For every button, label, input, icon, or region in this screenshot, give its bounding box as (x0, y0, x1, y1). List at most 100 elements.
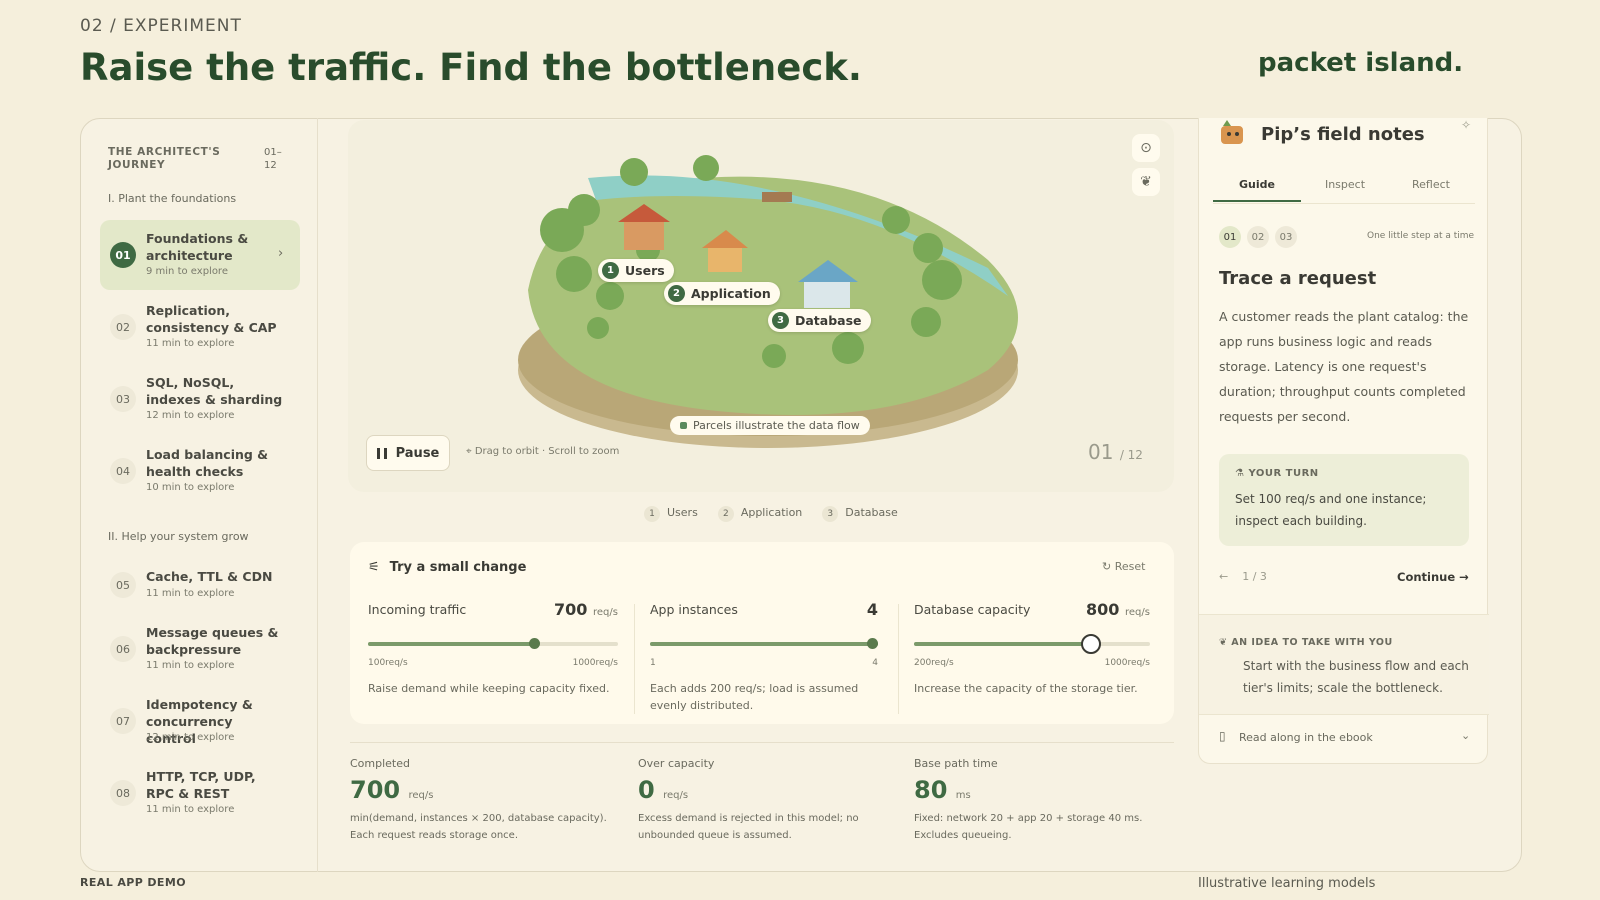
slider-knob[interactable] (867, 638, 878, 649)
slider-database-capacity: Database capacity 800 req/s 200req/s 100… (914, 600, 1150, 695)
section-label: I. Plant the foundations (108, 192, 237, 205)
step-tagline: One little step at a time (1367, 231, 1475, 241)
lesson-item-06[interactable]: 06 Message queues & backpressure 11 min … (100, 614, 300, 684)
lesson-item-03[interactable]: 03 SQL, NoSQL, indexes & sharding 12 min… (100, 364, 300, 434)
tab-inspect[interactable]: Inspect (1301, 168, 1389, 202)
slider-knob[interactable] (1081, 634, 1101, 654)
scene-tag-database[interactable]: 3 Database (768, 309, 871, 332)
lesson-title: Message queues & backpressure (146, 625, 279, 657)
slider-track[interactable] (650, 638, 878, 649)
legend-number: 3 (822, 506, 839, 522)
tab-reflect[interactable]: Reflect (1387, 168, 1475, 202)
leaf-icon[interactable]: ❦ (1132, 168, 1160, 196)
legend-item-database[interactable]: 3 Database (822, 506, 898, 522)
lesson-item-08[interactable]: 08 HTTP, TCP, UDP, RPC & REST 11 min to … (100, 758, 300, 828)
stat-over-capacity: Over capacity 0 req/s Excess demand is r… (638, 757, 890, 844)
leaf-icon: ❦ (1219, 637, 1232, 648)
pip-avatar (1221, 120, 1243, 144)
lesson-item-02[interactable]: 02 Replication, consistency & CAP 11 min… (100, 292, 300, 362)
reset-label: Reset (1114, 560, 1146, 573)
ebook-toggle[interactable]: ▯ Read along in the ebook ⌄ (1199, 714, 1489, 762)
slider-knob[interactable] (529, 638, 541, 649)
lesson-time: 11 min to explore (146, 660, 235, 671)
ebook-label: Read along in the ebook (1239, 731, 1373, 744)
scene-tag-users[interactable]: 1 Users (598, 259, 674, 282)
brand-logo: packet island. (1258, 48, 1464, 78)
slider-value: 700 req/s (554, 600, 618, 619)
lesson-title: Replication, consistency & CAP (146, 303, 277, 335)
controls-panel: ⚟ Try a small change ↻ Reset Incoming tra… (350, 542, 1174, 724)
lesson-item-01[interactable]: 01 Foundations & architecture 9 min to e… (100, 220, 300, 290)
lesson-time: 10 min to explore (146, 482, 235, 493)
focus-icon[interactable]: ⊙ (1132, 134, 1160, 162)
pause-label: Pause (395, 445, 440, 461)
legend-item-users[interactable]: 1 Users (644, 506, 698, 522)
reset-icon: ↻ (1102, 560, 1115, 573)
page-current: 01 (1088, 440, 1114, 464)
tag-number: 1 (602, 262, 619, 279)
lesson-time: 11 min to explore (146, 338, 235, 349)
orbit-hint: ⌖ Drag to orbit · Scroll to zoom (466, 446, 619, 457)
reset-button[interactable]: ↻ Reset (1102, 560, 1145, 573)
scene-tag-application[interactable]: 2 Application (664, 282, 780, 305)
stat-value: 80 ms (914, 776, 971, 804)
lesson-item-07[interactable]: 07 Idempotency & concurrency control 12 … (100, 686, 300, 756)
lesson-number: 07 (110, 708, 136, 734)
slider-app-instances: App instances 4 1 4 Each adds 200 req/s;… (650, 600, 878, 712)
chevron-right-icon: › (278, 246, 284, 261)
legend-label: Application (740, 506, 803, 519)
tab-guide[interactable]: Guide (1213, 168, 1301, 202)
legend-number: 1 (644, 506, 660, 522)
lesson-item-04[interactable]: 04 Load balancing & health checks 10 min… (100, 436, 300, 506)
pause-button[interactable]: Pause (366, 435, 450, 471)
tag-label: Users (625, 263, 665, 278)
notes-body: A customer reads the plant catalog: the … (1219, 309, 1469, 424)
slider-max: 4 (872, 658, 878, 668)
stats-panel: Completed 700 req/s min(demand, instance… (350, 742, 1174, 852)
field-notes-panel: Pip’s field notes ✧ Guide Inspect Reflec… (1198, 118, 1489, 764)
slider-description: Raise demand while keeping capacity fixe… (368, 682, 610, 695)
slider-fill (914, 642, 1091, 646)
lesson-title: HTTP, TCP, UDP, RPC & REST (146, 769, 256, 801)
lesson-number: 02 (110, 314, 136, 340)
island-scene[interactable]: 1 Users 2 Application 3 Database Parcels… (348, 120, 1174, 492)
your-turn-card: ⚗ YOUR TURN Set 100 req/s and one instan… (1219, 454, 1469, 546)
lesson-time: 11 min to explore (146, 588, 235, 599)
page-title: Raise the traffic. Find the bottleneck. (80, 46, 862, 89)
footer-left: REAL APP DEMO (80, 876, 186, 889)
lesson-number: 03 (110, 386, 136, 412)
stat-description: min(demand, instances × 200, database ca… (350, 813, 607, 841)
page-total: / 12 (1119, 448, 1143, 462)
lesson-number: 01 (110, 242, 136, 268)
experiment-kicker: 02 / EXPERIMENT (80, 16, 242, 36)
sparkle-icon[interactable]: ✧ (1461, 118, 1471, 132)
notes-tabs: Guide Inspect Reflect (1213, 168, 1475, 204)
slider-fill (368, 642, 535, 646)
hint-text: Drag to orbit · Scroll to zoom (474, 446, 620, 457)
lesson-time: 11 min to explore (146, 804, 235, 815)
stat-value: 700 req/s (350, 776, 434, 804)
sidebar-title: THE ARCHITECT'S JOURNEY (108, 146, 221, 171)
slider-description: Increase the capacity of the storage tie… (914, 682, 1138, 695)
pause-icon (376, 447, 387, 459)
arrow-left-icon[interactable]: ← (1219, 570, 1228, 583)
legend-item-application[interactable]: 2 Application (717, 506, 803, 522)
slider-min: 200req/s (914, 658, 954, 668)
step-01[interactable]: 01 (1219, 226, 1241, 248)
lesson-title: Foundations & architecture (146, 231, 249, 263)
lesson-number: 06 (110, 636, 136, 662)
step-03[interactable]: 03 (1275, 226, 1297, 248)
stat-label: Completed (350, 757, 410, 770)
slider-track[interactable] (368, 638, 618, 649)
stat-description: Excess demand is rejected in this model;… (638, 813, 859, 841)
step-02[interactable]: 02 (1247, 226, 1269, 248)
parcel-icon (680, 422, 687, 429)
sliders-icon: ⚟ (368, 560, 380, 575)
stat-base-path-time: Base path time 80 ms Fixed: network 20 +… (914, 757, 1164, 844)
lesson-time: 12 min to explore (146, 410, 235, 421)
tag-label: Database (795, 313, 862, 328)
stat-label: Over capacity (638, 757, 715, 770)
continue-button[interactable]: Continue → (1397, 570, 1469, 584)
slider-track[interactable] (914, 634, 1150, 654)
footer-right: Illustrative learning models (1198, 876, 1376, 891)
